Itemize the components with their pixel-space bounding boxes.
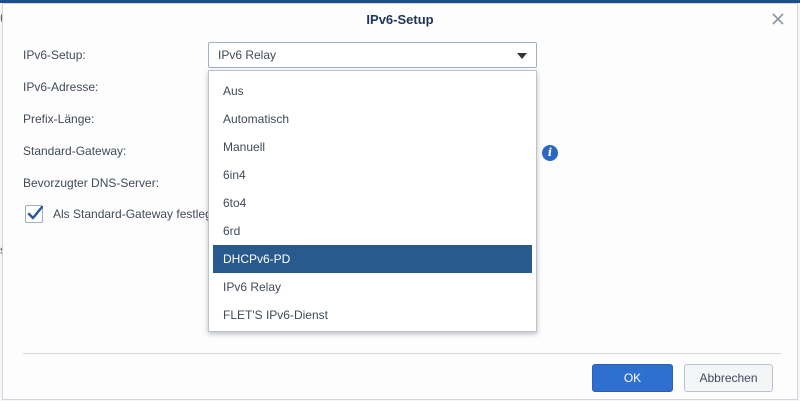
- close-button[interactable]: [769, 10, 789, 30]
- cancel-button[interactable]: Abbrechen: [684, 364, 773, 392]
- dns-server-label: Bevorzugter DNS-Server:: [23, 176, 160, 190]
- prefix-length-label: Prefix-Länge:: [23, 112, 95, 126]
- info-icon[interactable]: i: [542, 145, 558, 161]
- ipv6-address-label: IPv6-Adresse:: [23, 80, 99, 94]
- close-icon: [772, 13, 784, 25]
- dropdown-option-ipv6-relay[interactable]: IPv6 Relay: [213, 273, 532, 301]
- footer-divider: [23, 353, 781, 354]
- ipv6-setup-dialog: IPv6-Setup IPv6-Setup: IPv6 Relay IPv6-A…: [2, 3, 798, 400]
- dropdown-option-flets-ipv6[interactable]: FLET'S IPv6-Dienst: [213, 301, 532, 329]
- ipv6-setup-select[interactable]: IPv6 Relay: [208, 42, 537, 68]
- default-gateway-checkbox-label[interactable]: Als Standard-Gateway festlegen: [53, 207, 208, 221]
- dropdown-option-6to4[interactable]: 6to4: [213, 189, 532, 217]
- ipv6-setup-value: IPv6 Relay: [218, 48, 277, 62]
- ipv6-setup-dropdown-list: Aus Automatisch Manuell 6in4 6to4 6rd DH…: [208, 70, 537, 332]
- default-gateway-label: Standard-Gateway:: [23, 144, 127, 158]
- ok-button[interactable]: OK: [592, 364, 673, 392]
- dropdown-option-dhcpv6-pd[interactable]: DHCPv6-PD: [213, 245, 532, 273]
- ipv6-setup-label: IPv6-Setup:: [23, 48, 86, 62]
- chevron-down-icon: [517, 53, 527, 59]
- dropdown-option-6rd[interactable]: 6rd: [213, 217, 532, 245]
- dropdown-option-6in4[interactable]: 6in4: [213, 161, 532, 189]
- default-gateway-checkbox[interactable]: [25, 205, 43, 223]
- dropdown-option-manuell[interactable]: Manuell: [213, 133, 532, 161]
- dropdown-option-aus[interactable]: Aus: [213, 77, 532, 105]
- checkmark-icon: [27, 206, 43, 220]
- dialog-title: IPv6-Setup: [366, 12, 434, 27]
- dropdown-option-automatisch[interactable]: Automatisch: [213, 105, 532, 133]
